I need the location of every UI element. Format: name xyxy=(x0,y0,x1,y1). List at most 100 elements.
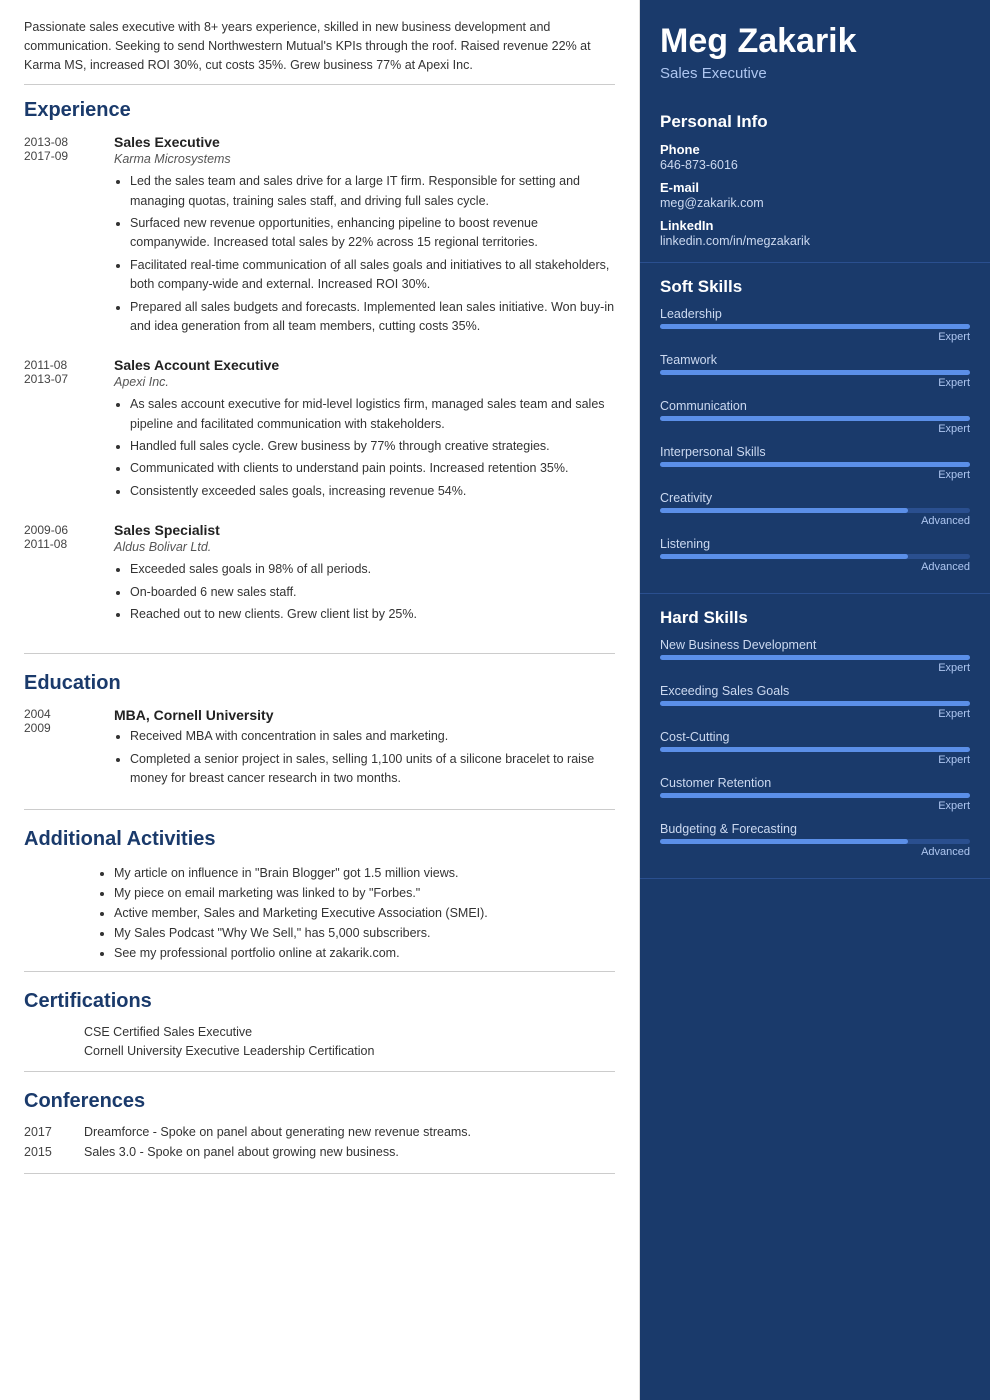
skill-bar-bg xyxy=(660,554,970,559)
hard-skills-title: Hard Skills xyxy=(660,608,970,628)
exp-bullets: Led the sales team and sales drive for a… xyxy=(114,172,615,336)
exp-company: Karma Microsystems xyxy=(114,152,615,166)
list-item: On-boarded 6 new sales staff. xyxy=(130,583,615,602)
skill-bar-fill xyxy=(660,416,970,421)
list-item: Received MBA with concentration in sales… xyxy=(130,727,615,746)
skill-name: Creativity xyxy=(660,491,970,505)
skill-bar-fill xyxy=(660,324,970,329)
cert-item: Cornell University Executive Leadership … xyxy=(24,1044,615,1058)
experience-item: 2009-062011-08 Sales Specialist Aldus Bo… xyxy=(24,522,615,627)
skill-bar-fill xyxy=(660,839,908,844)
skill-bar-fill xyxy=(660,554,908,559)
skill-level-label: Advanced xyxy=(660,561,970,573)
skill-bar-fill xyxy=(660,462,970,467)
email-label: E-mail xyxy=(660,180,970,195)
exp-job-title: Sales Executive xyxy=(114,134,615,150)
skill-name: Interpersonal Skills xyxy=(660,445,970,459)
exp-dates: 2013-082017-09 xyxy=(24,134,114,339)
certifications-title: Certifications xyxy=(24,990,615,1015)
phone-label: Phone xyxy=(660,142,970,157)
skill-bar-bg xyxy=(660,508,970,513)
edu-bullets: Received MBA with concentration in sales… xyxy=(114,727,615,788)
list-item: Led the sales team and sales drive for a… xyxy=(130,172,615,211)
list-item: Completed a senior project in sales, sel… xyxy=(130,750,615,789)
linkedin-label: LinkedIn xyxy=(660,218,970,233)
skill-name: Customer Retention xyxy=(660,776,970,790)
skill-level-label: Advanced xyxy=(660,515,970,527)
education-item: 20042009 MBA, Cornell University Receive… xyxy=(24,707,615,791)
skill-name: Listening xyxy=(660,537,970,551)
list-item: My Sales Podcast "Why We Sell," has 5,00… xyxy=(114,923,615,943)
skill-item: Leadership Expert xyxy=(660,307,970,343)
skill-level-label: Expert xyxy=(660,423,970,435)
skill-name: Communication xyxy=(660,399,970,413)
hard-skills-list: New Business Development Expert Exceedin… xyxy=(660,638,970,858)
skill-level-label: Expert xyxy=(660,754,970,766)
edu-dates: 20042009 xyxy=(24,707,114,791)
list-item: Communicated with clients to understand … xyxy=(130,459,615,478)
certifications-section: Certifications CSE Certified Sales Execu… xyxy=(24,990,615,1072)
skill-item: Communication Expert xyxy=(660,399,970,435)
skill-bar-bg xyxy=(660,701,970,706)
skill-level-label: Expert xyxy=(660,377,970,389)
skill-item: Teamwork Expert xyxy=(660,353,970,389)
skill-bar-bg xyxy=(660,462,970,467)
skill-bar-bg xyxy=(660,324,970,329)
experience-list: 2013-082017-09 Sales Executive Karma Mic… xyxy=(24,134,615,627)
skill-item: New Business Development Expert xyxy=(660,638,970,674)
experience-section: Experience 2013-082017-09 Sales Executiv… xyxy=(24,99,615,654)
skill-bar-fill xyxy=(660,701,970,706)
personal-info-title: Personal Info xyxy=(660,112,970,132)
conf-year: 2017 xyxy=(24,1125,84,1139)
list-item: Consistently exceeded sales goals, incre… xyxy=(130,482,615,501)
skill-level-label: Expert xyxy=(660,662,970,674)
skill-bar-bg xyxy=(660,416,970,421)
exp-job-title: Sales Account Executive xyxy=(114,357,615,373)
conf-year: 2015 xyxy=(24,1145,84,1159)
cert-list: CSE Certified Sales Executive Cornell Uni… xyxy=(24,1025,615,1058)
soft-skills-section: Soft Skills Leadership Expert Teamwork E… xyxy=(640,263,990,594)
cert-item: CSE Certified Sales Executive xyxy=(24,1025,615,1039)
list-item: Handled full sales cycle. Grew business … xyxy=(130,437,615,456)
skill-item: Budgeting & Forecasting Advanced xyxy=(660,822,970,858)
conf-desc: Dreamforce - Spoke on panel about genera… xyxy=(84,1125,615,1139)
list-item: See my professional portfolio online at … xyxy=(114,943,615,963)
skill-name: New Business Development xyxy=(660,638,970,652)
exp-bullets: As sales account executive for mid-level… xyxy=(114,395,615,501)
list-item: My article on influence in "Brain Blogge… xyxy=(114,863,615,883)
skill-level-label: Expert xyxy=(660,800,970,812)
experience-item: 2013-082017-09 Sales Executive Karma Mic… xyxy=(24,134,615,339)
conf-item: 2015 Sales 3.0 - Spoke on panel about gr… xyxy=(24,1145,615,1159)
skill-item: Creativity Advanced xyxy=(660,491,970,527)
skill-bar-bg xyxy=(660,793,970,798)
education-section: Education 20042009 MBA, Cornell Universi… xyxy=(24,672,615,810)
exp-company: Apexi Inc. xyxy=(114,375,615,389)
candidate-name: Meg Zakarik xyxy=(660,22,970,61)
list-item: Surfaced new revenue opportunities, enha… xyxy=(130,214,615,253)
education-list: 20042009 MBA, Cornell University Receive… xyxy=(24,707,615,791)
name-block: Meg Zakarik Sales Executive xyxy=(640,0,990,98)
exp-bullets: Exceeded sales goals in 98% of all perio… xyxy=(114,560,615,624)
exp-body: Sales Account Executive Apexi Inc. As sa… xyxy=(114,357,615,504)
list-item: Facilitated real-time communication of a… xyxy=(130,256,615,295)
activities-section: Additional Activities My article on infl… xyxy=(24,828,615,972)
exp-body: Sales Executive Karma Microsystems Led t… xyxy=(114,134,615,339)
personal-info-section: Personal Info Phone 646-873-6016 E-mail … xyxy=(640,98,990,263)
skill-bar-fill xyxy=(660,747,970,752)
conf-item: 2017 Dreamforce - Spoke on panel about g… xyxy=(24,1125,615,1139)
conferences-section: Conferences 2017 Dreamforce - Spoke on p… xyxy=(24,1090,615,1174)
phone-value: 646-873-6016 xyxy=(660,158,970,172)
skill-name: Teamwork xyxy=(660,353,970,367)
skill-bar-fill xyxy=(660,508,908,513)
skill-level-label: Advanced xyxy=(660,846,970,858)
hard-skills-section: Hard Skills New Business Development Exp… xyxy=(640,594,990,879)
left-column: Passionate sales executive with 8+ years… xyxy=(0,0,640,1400)
skill-name: Cost-Cutting xyxy=(660,730,970,744)
skill-bar-bg xyxy=(660,370,970,375)
activities-title: Additional Activities xyxy=(24,828,615,853)
skill-item: Interpersonal Skills Expert xyxy=(660,445,970,481)
conf-desc: Sales 3.0 - Spoke on panel about growing… xyxy=(84,1145,615,1159)
skill-bar-fill xyxy=(660,370,970,375)
experience-title: Experience xyxy=(24,99,615,124)
right-column: Meg Zakarik Sales Executive Personal Inf… xyxy=(640,0,990,1400)
